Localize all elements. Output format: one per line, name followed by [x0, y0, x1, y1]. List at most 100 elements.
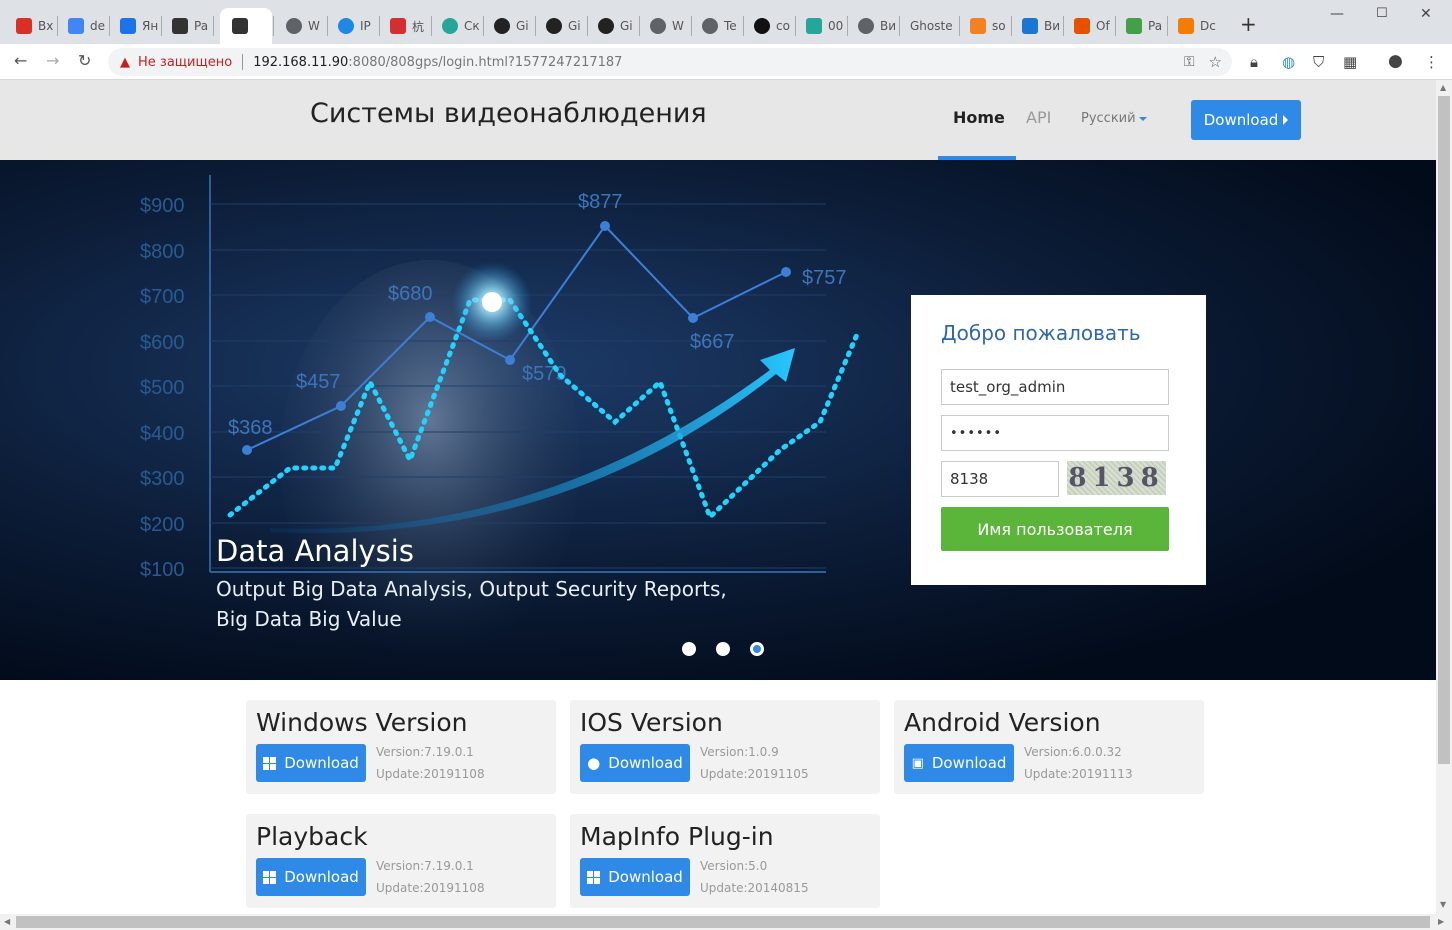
browser-tab-17[interactable]: Ви — [848, 8, 898, 44]
xm-icon — [390, 18, 406, 34]
key-icon[interactable]: ⚿ — [1184, 54, 1195, 70]
browser-tab-16[interactable]: 00 — [796, 8, 846, 44]
language-dropdown[interactable]: Русский — [1081, 111, 1147, 126]
download-card-title: Android Version — [904, 708, 1101, 737]
login-submit-button[interactable]: Имя пользователя — [941, 507, 1169, 551]
vertical-scroll-thumb[interactable] — [1438, 96, 1450, 764]
download-button[interactable]: Download — [580, 858, 690, 896]
url-path: :8080/808gps/login.html?1577247217187 — [348, 54, 623, 70]
extension-lock-icon[interactable]: 🔒︎ — [1250, 53, 1258, 71]
update-text: Update:20191113 — [1024, 767, 1133, 781]
header-download-button[interactable]: Download — [1191, 100, 1301, 140]
browser-tab-21[interactable]: Of — [1064, 8, 1114, 44]
download-card: IOS Version ● Download Version:1.0.9 Update:… — [570, 700, 880, 794]
bug-icon — [232, 18, 248, 34]
price-point — [505, 355, 515, 365]
y-tick-label: $200 — [140, 514, 185, 536]
browser-tab-14[interactable]: Te — [692, 8, 742, 44]
back-button[interactable]: ← — [14, 51, 27, 70]
update-text: Update:20191108 — [376, 881, 485, 895]
download-button[interactable]: Download — [256, 744, 366, 782]
scroll-left-icon[interactable]: ◀ — [4, 917, 10, 926]
browser-tab-2[interactable]: de — [58, 8, 108, 44]
scroll-down-icon[interactable]: ▼ — [1440, 900, 1446, 909]
download-card: MapInfo Plug-in Download Version:5.0 Update… — [570, 814, 880, 908]
price-point — [688, 313, 698, 323]
minimize-button[interactable]: — — [1330, 6, 1344, 22]
carousel-dot-1[interactable] — [682, 642, 696, 656]
captcha-input[interactable]: 8138 — [941, 461, 1059, 497]
browser-tab-7[interactable]: IP — [328, 8, 378, 44]
browser-tab-13[interactable]: W — [640, 8, 690, 44]
download-card: Windows Version Download Version:7.19.0.1 U… — [246, 700, 556, 794]
profile-avatar-icon[interactable]: ● — [1388, 51, 1403, 71]
browser-tab-18[interactable]: Ghoste — [900, 8, 958, 44]
browser-tab-label: Ск — [464, 19, 480, 33]
nav-api[interactable]: API — [1026, 108, 1051, 127]
address-bar[interactable]: ▲ Не защищено 192.168.11.90 :8080/808gps… — [108, 48, 1232, 76]
vertical-scrollbar[interactable]: ▲ ▼ — [1436, 80, 1452, 914]
browser-tab-3[interactable]: Ян — [110, 8, 160, 44]
browser-tab-11[interactable]: Gi — [536, 8, 586, 44]
new-tab-button[interactable]: + — [1240, 12, 1257, 36]
browser-tab-20[interactable]: Ви — [1012, 8, 1062, 44]
browser-tab-23[interactable]: Dc — [1168, 8, 1220, 44]
browser-tab-1[interactable]: Вх — [6, 8, 56, 44]
price-point — [600, 221, 610, 231]
not-secure-label[interactable]: Не защищено — [138, 55, 232, 70]
captcha-image[interactable]: 8138 — [1067, 461, 1166, 495]
nav-home[interactable]: Home — [953, 108, 1005, 127]
extension-shield-icon[interactable]: ⛉ — [1313, 53, 1324, 71]
download-button[interactable]: Download — [256, 858, 366, 896]
extension-ghost-icon[interactable]: ◍ — [1282, 53, 1295, 71]
c-icon — [806, 18, 822, 34]
caret-right-icon — [1283, 115, 1289, 125]
browser-tab-15[interactable]: co — [744, 8, 794, 44]
browser-tab-8[interactable]: 杭 — [380, 8, 430, 44]
browser-tab-6[interactable]: W — [276, 8, 326, 44]
github-icon — [494, 18, 510, 34]
horizontal-scrollbar[interactable]: ◀ ▶ — [0, 914, 1452, 930]
username-input[interactable]: test_org_admin — [941, 369, 1169, 405]
download-button-label: Download — [284, 868, 359, 886]
browser-tab-22[interactable]: Pa — [1116, 8, 1166, 44]
carousel-dot-3[interactable] — [750, 642, 764, 656]
browser-tab-19[interactable]: so — [960, 8, 1010, 44]
browser-tab-label: IP — [360, 19, 371, 33]
carousel-dot-2[interactable] — [716, 642, 730, 656]
forward-button[interactable]: → — [46, 51, 59, 70]
browser-tab-label: 00 — [828, 19, 844, 33]
site-brand[interactable]: Системы видеонаблюдения — [310, 98, 707, 129]
browser-tab-label: Pa — [1148, 19, 1163, 33]
version-text: Version:7.19.0.1 — [376, 859, 474, 873]
menu-kebab-icon[interactable]: ⋮ — [1424, 53, 1439, 71]
version-text: Version:1.0.9 — [700, 745, 779, 759]
download-card-title: Playback — [256, 822, 368, 851]
download-button-label: Download — [284, 754, 359, 772]
browser-tab-4[interactable]: Pa — [162, 8, 212, 44]
globe-icon — [858, 18, 874, 34]
browser-tab-10[interactable]: Gi — [484, 8, 534, 44]
close-window-button[interactable]: ✕ — [1420, 6, 1432, 22]
cloud-icon — [120, 18, 136, 34]
scroll-right-icon[interactable]: ▶ — [1438, 917, 1444, 926]
password-input[interactable]: •••••• — [941, 415, 1169, 451]
reload-button[interactable]: ↻ — [78, 51, 91, 70]
y-tick-label: $900 — [140, 195, 185, 217]
browser-toolbar: ← → ↻ ▲ Не защищено 192.168.11.90 :8080/… — [0, 44, 1452, 80]
android-icon: ▣ — [911, 755, 924, 771]
price-point-label: $680 — [388, 283, 433, 305]
browser-tab-9[interactable]: Ск — [432, 8, 482, 44]
maximize-button[interactable]: ☐ — [1376, 6, 1388, 21]
bookmark-star-icon[interactable]: ☆ — [1209, 53, 1222, 71]
scroll-up-icon[interactable]: ▲ — [1440, 83, 1446, 92]
extension-qr-icon[interactable]: ▦ — [1343, 53, 1357, 71]
browser-tab-label: Ви — [1044, 19, 1061, 33]
horizontal-scroll-thumb[interactable] — [16, 916, 1430, 928]
login-panel: Добро пожаловать test_org_admin •••••• 8… — [911, 295, 1206, 585]
browser-tab-5[interactable]: ✕ — [220, 8, 272, 44]
browser-tab-12[interactable]: Gi — [588, 8, 638, 44]
page-icon — [172, 18, 188, 34]
download-button[interactable]: ● Download — [580, 744, 690, 782]
download-button[interactable]: ▣ Download — [904, 744, 1014, 782]
